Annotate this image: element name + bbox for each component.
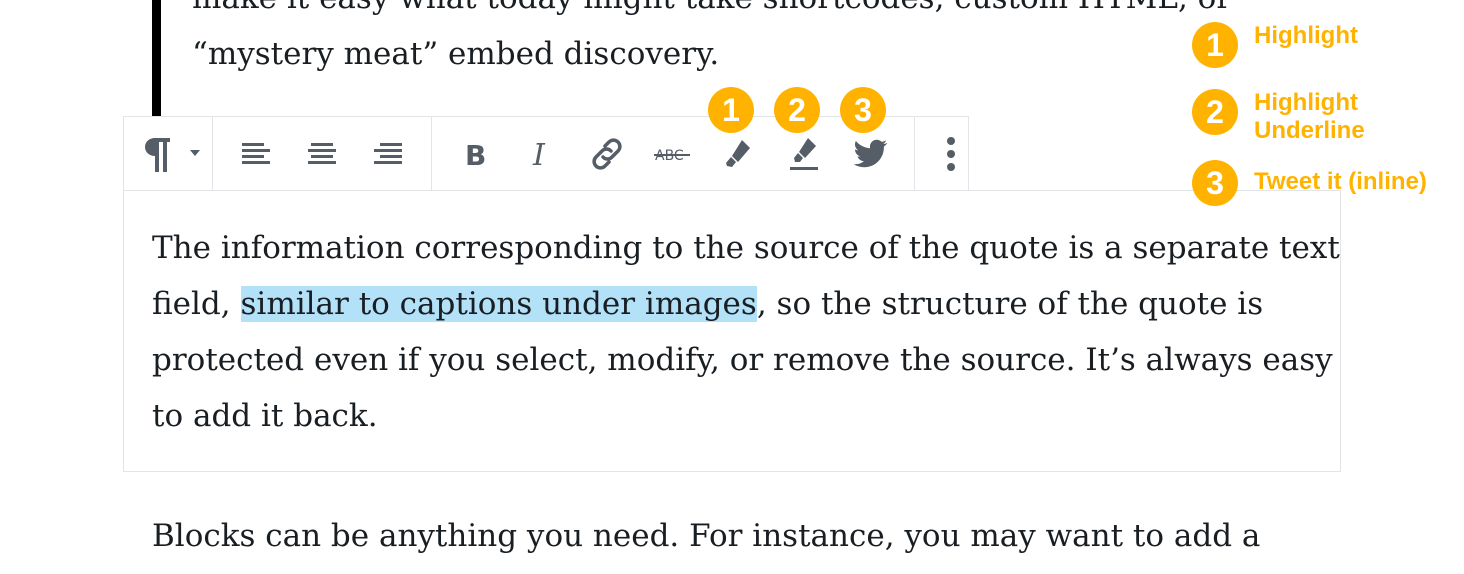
quote-line: “mystery meat” embed discovery. — [192, 36, 720, 72]
strikethrough-button[interactable]: ABC — [640, 117, 706, 190]
link-button[interactable] — [574, 117, 640, 190]
paragraph-line: to add it back. — [152, 398, 378, 434]
svg-text:B: B — [465, 139, 486, 169]
align-right-button[interactable] — [355, 117, 421, 190]
quote-border — [152, 0, 161, 116]
legend-item-highlight: 1 Highlight — [1192, 22, 1358, 68]
quote-block[interactable]: make it easy what today might take short… — [192, 0, 1231, 82]
twitter-icon — [853, 139, 888, 167]
legend-label-line: Underline — [1254, 117, 1365, 144]
block-type-group — [124, 117, 213, 190]
legend-badge: 3 — [1192, 160, 1238, 206]
selected-text[interactable]: similar to captions under images — [240, 286, 757, 322]
paragraph-line: The information corresponding to the sou… — [152, 230, 1340, 266]
quote-line: make it easy what today might take short… — [192, 0, 1231, 26]
paragraph-icon — [145, 137, 200, 172]
align-left-icon — [242, 142, 270, 164]
legend-label: Highlight — [1254, 22, 1358, 50]
align-center-icon — [308, 142, 336, 164]
legend-badge: 2 — [1192, 89, 1238, 135]
paragraph-line: field, similar to captions under images,… — [152, 276, 1322, 332]
block-type-switcher-button[interactable] — [142, 117, 212, 190]
italic-icon: I — [532, 139, 546, 169]
block-format-toolbar: B I ABC — [123, 116, 969, 190]
strikethrough-icon: ABC — [654, 148, 690, 164]
marker-underline-icon — [790, 137, 818, 170]
paragraph-text[interactable]: The information corresponding to the sou… — [152, 220, 1340, 444]
legend-item-highlight-underline: 2 Highlight Underline — [1192, 89, 1365, 145]
next-paragraph[interactable]: Blocks can be anything you need. For ins… — [152, 508, 1322, 564]
more-group — [915, 117, 987, 190]
marker-icon — [726, 139, 750, 167]
align-right-icon — [374, 142, 402, 164]
line-start-text: field, — [152, 286, 241, 322]
legend-item-tweet-it: 3 Tweet it (inline) — [1192, 160, 1427, 206]
bold-icon: B — [465, 139, 486, 169]
legend-label-line: Highlight — [1254, 22, 1358, 49]
legend-badge: 1 — [1192, 22, 1238, 68]
legend-label: Highlight Underline — [1254, 89, 1365, 145]
link-icon — [592, 137, 622, 170]
more-options-button[interactable] — [925, 117, 977, 190]
paragraph-line: protected even if you select, modify, or… — [152, 342, 1333, 378]
legend-label-line: Tweet it (inline) — [1254, 168, 1427, 195]
align-center-button[interactable] — [289, 117, 355, 190]
formatting-group: B I ABC — [432, 117, 915, 190]
line-end-text: , so the structure of the quote is — [756, 286, 1264, 322]
align-left-button[interactable] — [223, 117, 289, 190]
more-vertical-icon — [947, 136, 955, 171]
badge-tweet-it: 3 — [840, 87, 886, 133]
bold-button[interactable]: B — [442, 117, 508, 190]
italic-button[interactable]: I — [508, 117, 574, 190]
legend-label: Tweet it (inline) — [1254, 168, 1427, 196]
alignment-group — [213, 117, 432, 190]
badge-highlight-underline: 2 — [774, 87, 820, 133]
legend-label-line: Highlight — [1254, 89, 1358, 116]
badge-highlight: 1 — [708, 87, 754, 133]
svg-text:I: I — [532, 139, 546, 169]
